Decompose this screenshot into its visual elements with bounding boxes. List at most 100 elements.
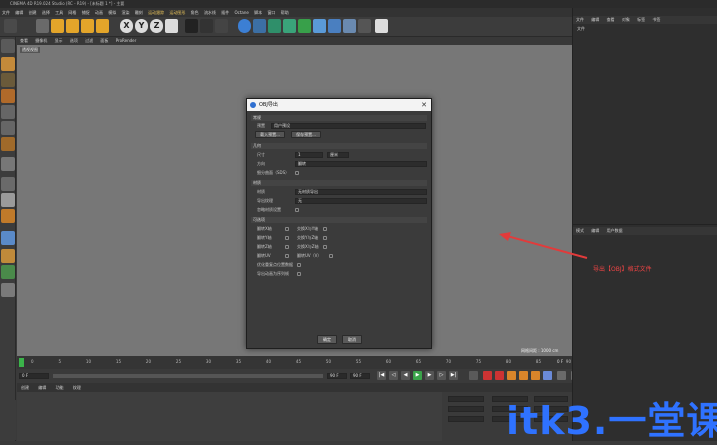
object-list-item[interactable]: 文件 xyxy=(577,26,585,32)
sculpt-icon[interactable] xyxy=(1,249,15,263)
export-texture-dropdown[interactable]: 无 xyxy=(295,198,427,204)
flip-y-checkbox[interactable] xyxy=(285,236,289,240)
model-mode-icon[interactable] xyxy=(1,57,15,71)
cube-icon[interactable] xyxy=(238,19,251,33)
pen-icon[interactable] xyxy=(253,19,266,33)
timeline-playhead[interactable] xyxy=(19,358,24,367)
snap-icon[interactable] xyxy=(1,231,15,245)
y-axis-button[interactable]: Y xyxy=(135,19,148,33)
load-preset-button[interactable]: 载入预置... xyxy=(255,131,285,138)
polygons-mode-icon[interactable] xyxy=(1,137,15,151)
flip-uv-checkbox[interactable] xyxy=(285,254,289,258)
attribute-tab[interactable]: 编辑 xyxy=(588,227,602,235)
viewport-menu-item[interactable]: 选项 xyxy=(67,37,81,45)
render-settings-icon[interactable] xyxy=(215,19,228,33)
section-material[interactable]: 材质 xyxy=(251,180,427,186)
menu-item[interactable]: 流水线 xyxy=(202,8,218,17)
viewport-menu-item[interactable]: 过滤 xyxy=(82,37,96,45)
current-frame-field[interactable]: 0 F xyxy=(19,373,49,379)
coord-z-field[interactable] xyxy=(448,416,484,422)
menu-item[interactable]: 创建 xyxy=(27,8,39,17)
key-scale-icon[interactable] xyxy=(519,371,528,380)
render-view-icon[interactable] xyxy=(185,19,198,33)
locked-workplane-icon[interactable] xyxy=(1,209,15,223)
material-manager[interactable] xyxy=(0,392,442,441)
timeline-ruler[interactable]: 0 5 10 15 20 25 30 35 40 45 50 55 60 65 … xyxy=(17,356,572,369)
camera-icon[interactable] xyxy=(358,19,371,33)
ignore-material-checkbox[interactable] xyxy=(295,208,299,212)
next-key-icon[interactable]: ▷ xyxy=(437,371,446,380)
go-to-end-icon[interactable]: ▶| xyxy=(449,371,458,380)
section-geometry[interactable]: 几何 xyxy=(251,143,427,149)
render-picture-viewer-icon[interactable] xyxy=(200,19,213,33)
menu-item[interactable]: 角色 xyxy=(189,8,201,17)
viewport-menu-item[interactable]: 摄像机 xyxy=(32,37,50,45)
section-options[interactable]: 可选项 xyxy=(251,217,427,223)
material-menu-item[interactable]: 编辑 xyxy=(34,383,50,392)
record-keys-icon[interactable] xyxy=(483,371,492,380)
light-icon[interactable] xyxy=(375,19,388,33)
menu-item[interactable]: 动画 xyxy=(93,8,105,17)
size-input[interactable]: 1 xyxy=(295,152,323,158)
viewport-menu-item[interactable]: 面板 xyxy=(97,37,111,45)
material-menu-item[interactable]: 创建 xyxy=(17,383,33,392)
menu-item[interactable]: 捕捉 xyxy=(80,8,92,17)
menu-item[interactable]: 选择 xyxy=(40,8,52,17)
swap-xz-checkbox[interactable] xyxy=(323,245,327,249)
key-rotation-icon[interactable] xyxy=(531,371,540,380)
coord-y-field[interactable] xyxy=(448,406,484,412)
swap-yz-checkbox[interactable] xyxy=(323,236,327,240)
floor-icon[interactable] xyxy=(328,19,341,33)
range-slider[interactable] xyxy=(53,374,323,378)
autokey-icon[interactable] xyxy=(495,371,504,380)
edges-mode-icon[interactable] xyxy=(1,121,15,135)
attribute-tab[interactable]: 用户数据 xyxy=(604,227,626,235)
material-menu-item[interactable]: 纹理 xyxy=(69,383,85,392)
terrain-icon[interactable] xyxy=(1,265,15,279)
direction-dropdown[interactable]: 翻转 xyxy=(295,161,427,167)
menu-item[interactable]: 运动跟踪 xyxy=(146,8,166,17)
make-editable-icon[interactable] xyxy=(1,39,15,53)
menu-item[interactable]: 雕刻 xyxy=(133,8,145,17)
object-tab[interactable]: 对象 xyxy=(619,16,633,24)
next-frame-icon[interactable]: ▶ xyxy=(425,371,434,380)
array-icon[interactable] xyxy=(283,19,296,33)
key-param-icon[interactable] xyxy=(543,371,552,380)
viewport-solo-icon[interactable] xyxy=(1,193,15,207)
section-general[interactable]: 常规 xyxy=(251,115,427,121)
x-axis-button[interactable]: X xyxy=(120,19,133,33)
menu-item[interactable]: 渲染 xyxy=(120,8,132,17)
scale-icon[interactable] xyxy=(66,19,79,33)
move-icon[interactable] xyxy=(51,19,64,33)
unit-dropdown[interactable]: 厘米 xyxy=(327,152,349,158)
go-to-start-icon[interactable]: |◀ xyxy=(377,371,386,380)
key-pla-icon[interactable] xyxy=(557,371,566,380)
menu-item[interactable]: Octane xyxy=(233,8,251,17)
previous-key-icon[interactable]: ◁ xyxy=(389,371,398,380)
flip-x-checkbox[interactable] xyxy=(285,227,289,231)
viewport-menu-item[interactable]: 查看 xyxy=(17,37,31,45)
tweak-icon[interactable] xyxy=(1,177,15,191)
flip-z-checkbox[interactable] xyxy=(285,245,289,249)
loop-icon[interactable] xyxy=(469,371,478,380)
sds-checkbox[interactable] xyxy=(295,171,299,175)
previous-frame-icon[interactable]: ◀ xyxy=(401,371,410,380)
deformer-icon[interactable] xyxy=(298,19,311,33)
subdivision-icon[interactable] xyxy=(268,19,281,33)
cancel-button[interactable]: 取消 xyxy=(342,335,362,344)
swap-xy-checkbox[interactable] xyxy=(323,227,327,231)
coordinate-system-icon[interactable] xyxy=(165,19,178,33)
grid-snap-icon[interactable] xyxy=(1,283,15,297)
close-icon[interactable]: ✕ xyxy=(421,99,427,111)
menu-item[interactable]: 模拟 xyxy=(106,8,118,17)
preview-end-field[interactable]: 90 F xyxy=(350,373,370,379)
rotate-icon[interactable] xyxy=(81,19,94,33)
play-icon[interactable]: ▶ xyxy=(413,371,422,380)
menu-item[interactable]: 窗口 xyxy=(265,8,277,17)
object-tab[interactable]: 文件 xyxy=(573,16,587,24)
points-mode-icon[interactable] xyxy=(1,105,15,119)
menu-item[interactable]: 编辑 xyxy=(13,8,25,17)
menu-item[interactable]: 插件 xyxy=(219,8,231,17)
menu-item[interactable]: 文件 xyxy=(0,8,12,17)
flip-uv-v-checkbox[interactable] xyxy=(329,254,333,258)
